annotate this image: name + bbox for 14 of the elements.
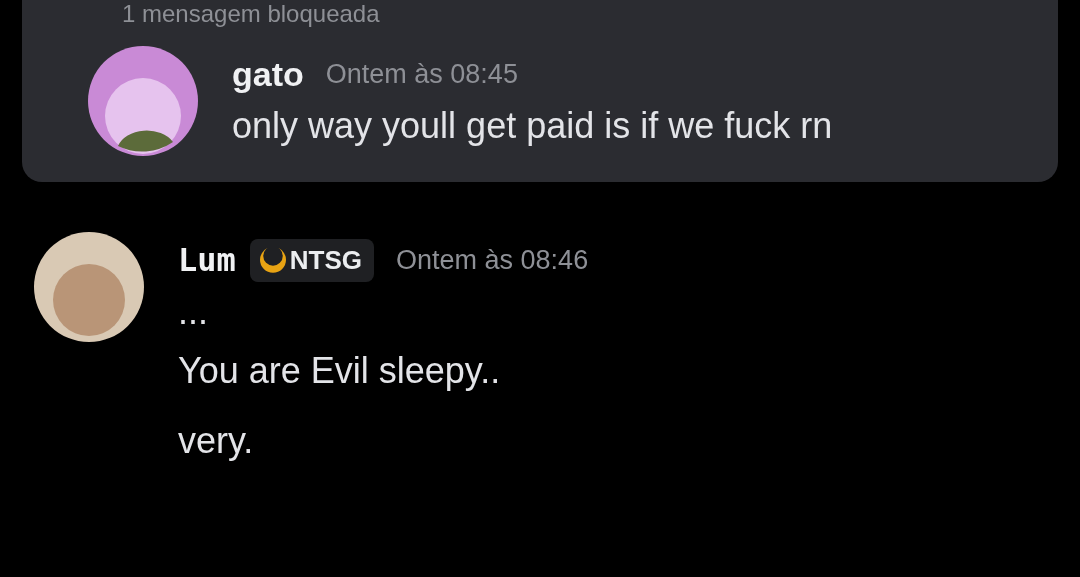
message-text: only way youll get paid is if we fuck rn bbox=[232, 104, 833, 148]
message-text: ... bbox=[178, 290, 209, 334]
timestamp: Ontem às 08:46 bbox=[396, 244, 589, 276]
author-name[interactable]: gato bbox=[232, 54, 304, 94]
avatar[interactable] bbox=[88, 46, 198, 156]
avatar[interactable] bbox=[34, 232, 144, 342]
blocked-notice[interactable]: 1 mensagem bloqueada bbox=[88, 0, 1058, 28]
message-text: You are Evil sleepy.. bbox=[178, 349, 502, 393]
crescent-icon bbox=[259, 247, 286, 273]
author-name[interactable]: Lum bbox=[178, 241, 236, 279]
tag-text: NTSG bbox=[289, 244, 363, 276]
timestamp: Ontem às 08:45 bbox=[325, 58, 518, 90]
guild-tag[interactable]: NTSG bbox=[249, 238, 375, 282]
message-text: very. bbox=[178, 419, 255, 463]
